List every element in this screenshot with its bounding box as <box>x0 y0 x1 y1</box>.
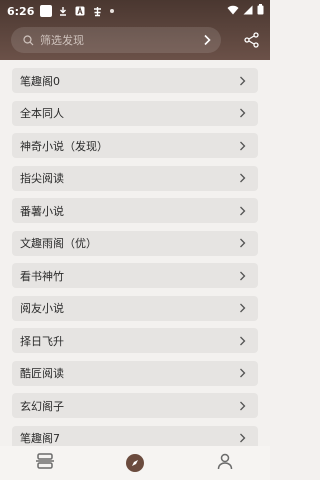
chevron-right-icon <box>239 108 246 118</box>
bookshelf-icon <box>35 452 55 474</box>
a-icon <box>74 5 86 17</box>
discover-tab[interactable] <box>115 448 155 478</box>
discover-icon <box>126 454 144 472</box>
status-time: 6:26 <box>7 4 35 18</box>
source-item[interactable]: 看书神竹 <box>12 263 258 288</box>
source-item[interactable]: 笔趣阁0 <box>12 68 258 93</box>
chevron-right-icon <box>239 206 246 216</box>
source-item[interactable]: 酷匠阅读 <box>12 360 258 386</box>
source-item-label: 全本同人 <box>20 107 64 120</box>
chevron-right-icon <box>239 433 246 443</box>
chevron-right-icon[interactable] <box>203 34 211 46</box>
dot-icon <box>110 9 115 13</box>
chevron-right-icon <box>239 336 246 346</box>
status-bar: 6:26 <box>0 0 270 22</box>
source-item-label: 笔趣阁7 <box>20 432 60 445</box>
top-header: 6:26 筛选发现 <box>0 0 270 60</box>
source-item-label: 阅友小说 <box>20 302 64 315</box>
signal-icon <box>243 5 253 18</box>
source-list: 笔趣阁0 全本同人神奇小说（发现） 指尖阅读番薯小说文趣雨阁（优） 看书神竹阅友小说择… <box>0 60 270 446</box>
wifi-icon <box>227 5 239 18</box>
chevron-right-icon <box>239 141 246 151</box>
notification-box-icon <box>40 5 53 17</box>
battery-icon <box>257 4 264 18</box>
profile-tab[interactable] <box>205 448 245 478</box>
source-item-label: 指尖阅读 <box>20 172 64 185</box>
bottom-nav <box>0 446 270 480</box>
search-icon <box>23 31 34 50</box>
chevron-right-icon <box>239 303 246 313</box>
source-item-label: 番薯小说 <box>20 204 64 218</box>
source-item[interactable]: 阅友小说 <box>12 295 258 321</box>
chevron-right-icon <box>239 76 246 86</box>
source-item[interactable]: 择日飞升 <box>12 328 258 353</box>
source-item-label: 酷匠阅读 <box>20 367 64 380</box>
source-item-label: 神奇小说（发现） <box>20 139 108 153</box>
source-item[interactable]: 文趣雨阁（优） <box>12 230 258 256</box>
source-item[interactable]: 神奇小说（发现） <box>12 133 258 158</box>
source-item[interactable]: 玄幻阁子 <box>12 393 258 418</box>
source-item[interactable]: 全本同人 <box>12 100 258 126</box>
source-item-label: 择日飞升 <box>20 334 64 348</box>
profile-icon <box>216 452 234 474</box>
app-icon <box>91 5 103 17</box>
source-item[interactable]: 笔趣阁7 <box>12 425 258 446</box>
chevron-right-icon <box>239 401 246 411</box>
source-item[interactable]: 番薯小说 <box>12 198 258 223</box>
source-item-label: 看书神竹 <box>20 269 64 283</box>
download-icon <box>57 5 69 17</box>
share-nodes-icon[interactable] <box>243 31 261 49</box>
search-input[interactable]: 筛选发现 <box>11 27 221 53</box>
source-item-label: 笔趣阁0 <box>20 74 60 88</box>
chevron-right-icon <box>239 173 246 183</box>
status-right-icons <box>227 4 264 18</box>
source-item-label: 文趣雨阁（优） <box>20 237 97 250</box>
chevron-right-icon <box>239 238 246 248</box>
source-item[interactable]: 指尖阅读 <box>12 165 258 191</box>
search-placeholder: 筛选发现 <box>40 34 84 47</box>
bookshelf-tab[interactable] <box>25 448 65 478</box>
chevron-right-icon <box>239 271 246 281</box>
chevron-right-icon <box>239 368 246 378</box>
source-item-label: 玄幻阁子 <box>20 399 64 413</box>
